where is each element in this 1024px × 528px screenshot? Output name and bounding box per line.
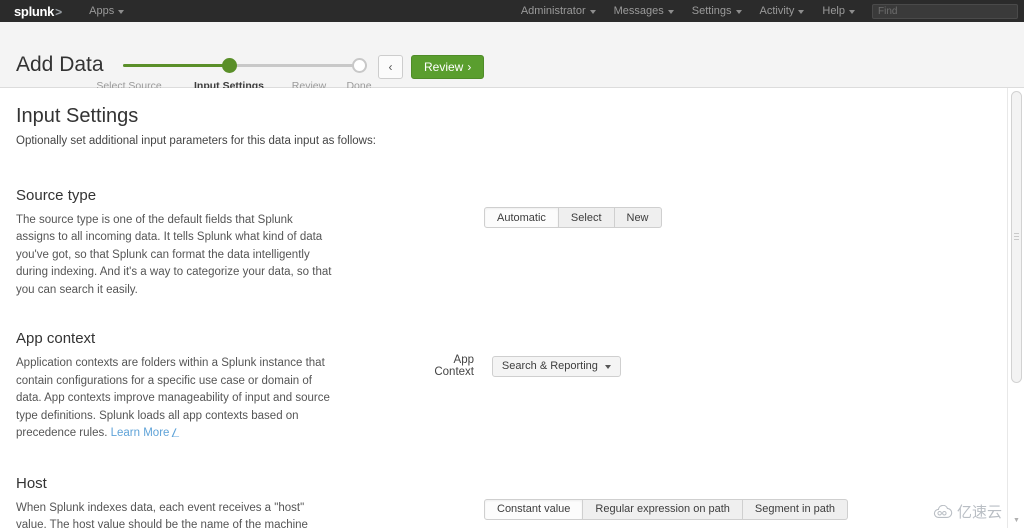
scrollbar-grip-icon (1014, 233, 1019, 241)
source-type-control: Automatic Select New (484, 207, 662, 228)
nav-activity-menu[interactable]: Activity (751, 0, 814, 22)
nav-settings-menu[interactable]: Settings (683, 0, 751, 22)
section-heading: App context (16, 330, 96, 348)
splunk-logo[interactable]: splunk > (14, 4, 62, 19)
nav-activity-label: Activity (759, 5, 795, 17)
nav-messages-label: Messages (613, 5, 664, 17)
content-title: Input Settings (16, 105, 139, 127)
source-type-option-new[interactable]: New (614, 207, 662, 228)
source-type-option-automatic[interactable]: Automatic (484, 207, 559, 228)
nav-find-input[interactable] (872, 3, 1018, 19)
nav-help-label: Help (822, 5, 845, 17)
splunk-add-data-page: splunk > Apps Administrator Messages Set… (0, 0, 1024, 528)
wizard-nav-buttons: ‹ Review › (378, 55, 485, 79)
scroll-down-arrow-icon[interactable]: ▼ (1010, 514, 1023, 527)
section-description: When Splunk indexes data, each event rec… (16, 500, 334, 528)
host-option-regular-expression-on-path[interactable]: Regular expression on path (583, 498, 743, 520)
chevron-right-icon: › (467, 60, 472, 74)
app-context-dropdown[interactable]: Search & Reporting (491, 355, 621, 377)
host-option-constant-value[interactable]: Constant value (484, 498, 584, 520)
host-method-button-group: Constant value Regular expression on pat… (484, 498, 849, 520)
nav-administrator-menu[interactable]: Administrator (512, 0, 605, 22)
stepper-step-input-settings[interactable]: Input Settings (189, 58, 269, 92)
chevron-down-icon (735, 10, 742, 14)
chevron-left-icon: ‹ (388, 60, 393, 74)
host-option-segment-in-path[interactable]: Segment in path (742, 498, 849, 520)
section-description-text: When Splunk indexes data, each event rec… (16, 501, 308, 528)
nav-help-menu[interactable]: Help (813, 0, 864, 22)
app-context-dropdown-value: Search & Reporting (501, 360, 598, 373)
section-description: Application contexts are folders within … (16, 355, 334, 442)
app-context-learn-more-link[interactable]: Learn More (111, 427, 170, 439)
step-dot (221, 58, 237, 73)
wizard-header: Add Data Select Source Input Settings Re… (0, 22, 1024, 92)
nav-apps-menu[interactable]: Apps (80, 0, 133, 22)
nav-administrator-label: Administrator (520, 5, 586, 17)
section-app-context: App context Application contexts are fol… (0, 330, 1007, 442)
scrollbar-thumb[interactable] (1011, 91, 1022, 383)
stepper-step-select-source[interactable]: Select Source (89, 58, 169, 92)
chevron-down-icon (604, 365, 611, 370)
chevron-down-icon (798, 10, 805, 14)
section-description: The source type is one of the default fi… (16, 214, 332, 296)
external-link-icon: ⎳ (171, 427, 180, 438)
input-settings-content: Input Settings Optionally set additional… (0, 88, 1007, 528)
nav-settings-label: Settings (691, 5, 732, 17)
source-type-button-group: Automatic Select New (484, 207, 662, 228)
source-type-option-select[interactable]: Select (558, 207, 615, 228)
nav-messages-menu[interactable]: Messages (605, 0, 683, 22)
back-button[interactable]: ‹ (378, 55, 403, 79)
splunk-logo-caret: > (55, 4, 63, 19)
chevron-down-icon (667, 10, 674, 14)
chevron-down-icon (849, 10, 855, 14)
chevron-down-icon (118, 10, 125, 14)
app-context-field-label: App Context (434, 354, 474, 379)
section-heading: Host (16, 474, 47, 492)
splunk-logo-text: splunk (14, 3, 55, 19)
top-nav-right-group: Administrator Messages Settings Activity… (512, 0, 1024, 22)
vertical-scrollbar[interactable]: ▲ ▼ (1007, 88, 1024, 528)
host-method-control: Constant value Regular expression on pat… (484, 498, 849, 520)
nav-apps-label: Apps (89, 5, 115, 17)
app-context-control: App Context Search & Reporting (414, 354, 621, 378)
section-host: Host When Splunk indexes data, each even… (0, 475, 1007, 528)
section-heading: Source type (16, 187, 97, 204)
content-subtitle: Optionally set additional input paramete… (16, 135, 376, 147)
step-dot (351, 58, 367, 73)
review-button-label: Review (424, 60, 464, 74)
chevron-down-icon (589, 10, 596, 14)
main-scroll-panel[interactable]: Input Settings Optionally set additional… (0, 88, 1024, 528)
top-navigation-bar: splunk > Apps Administrator Messages Set… (0, 0, 1024, 22)
review-button[interactable]: Review › (411, 55, 485, 79)
section-source-type: Source type The source type is one of th… (0, 187, 1007, 299)
